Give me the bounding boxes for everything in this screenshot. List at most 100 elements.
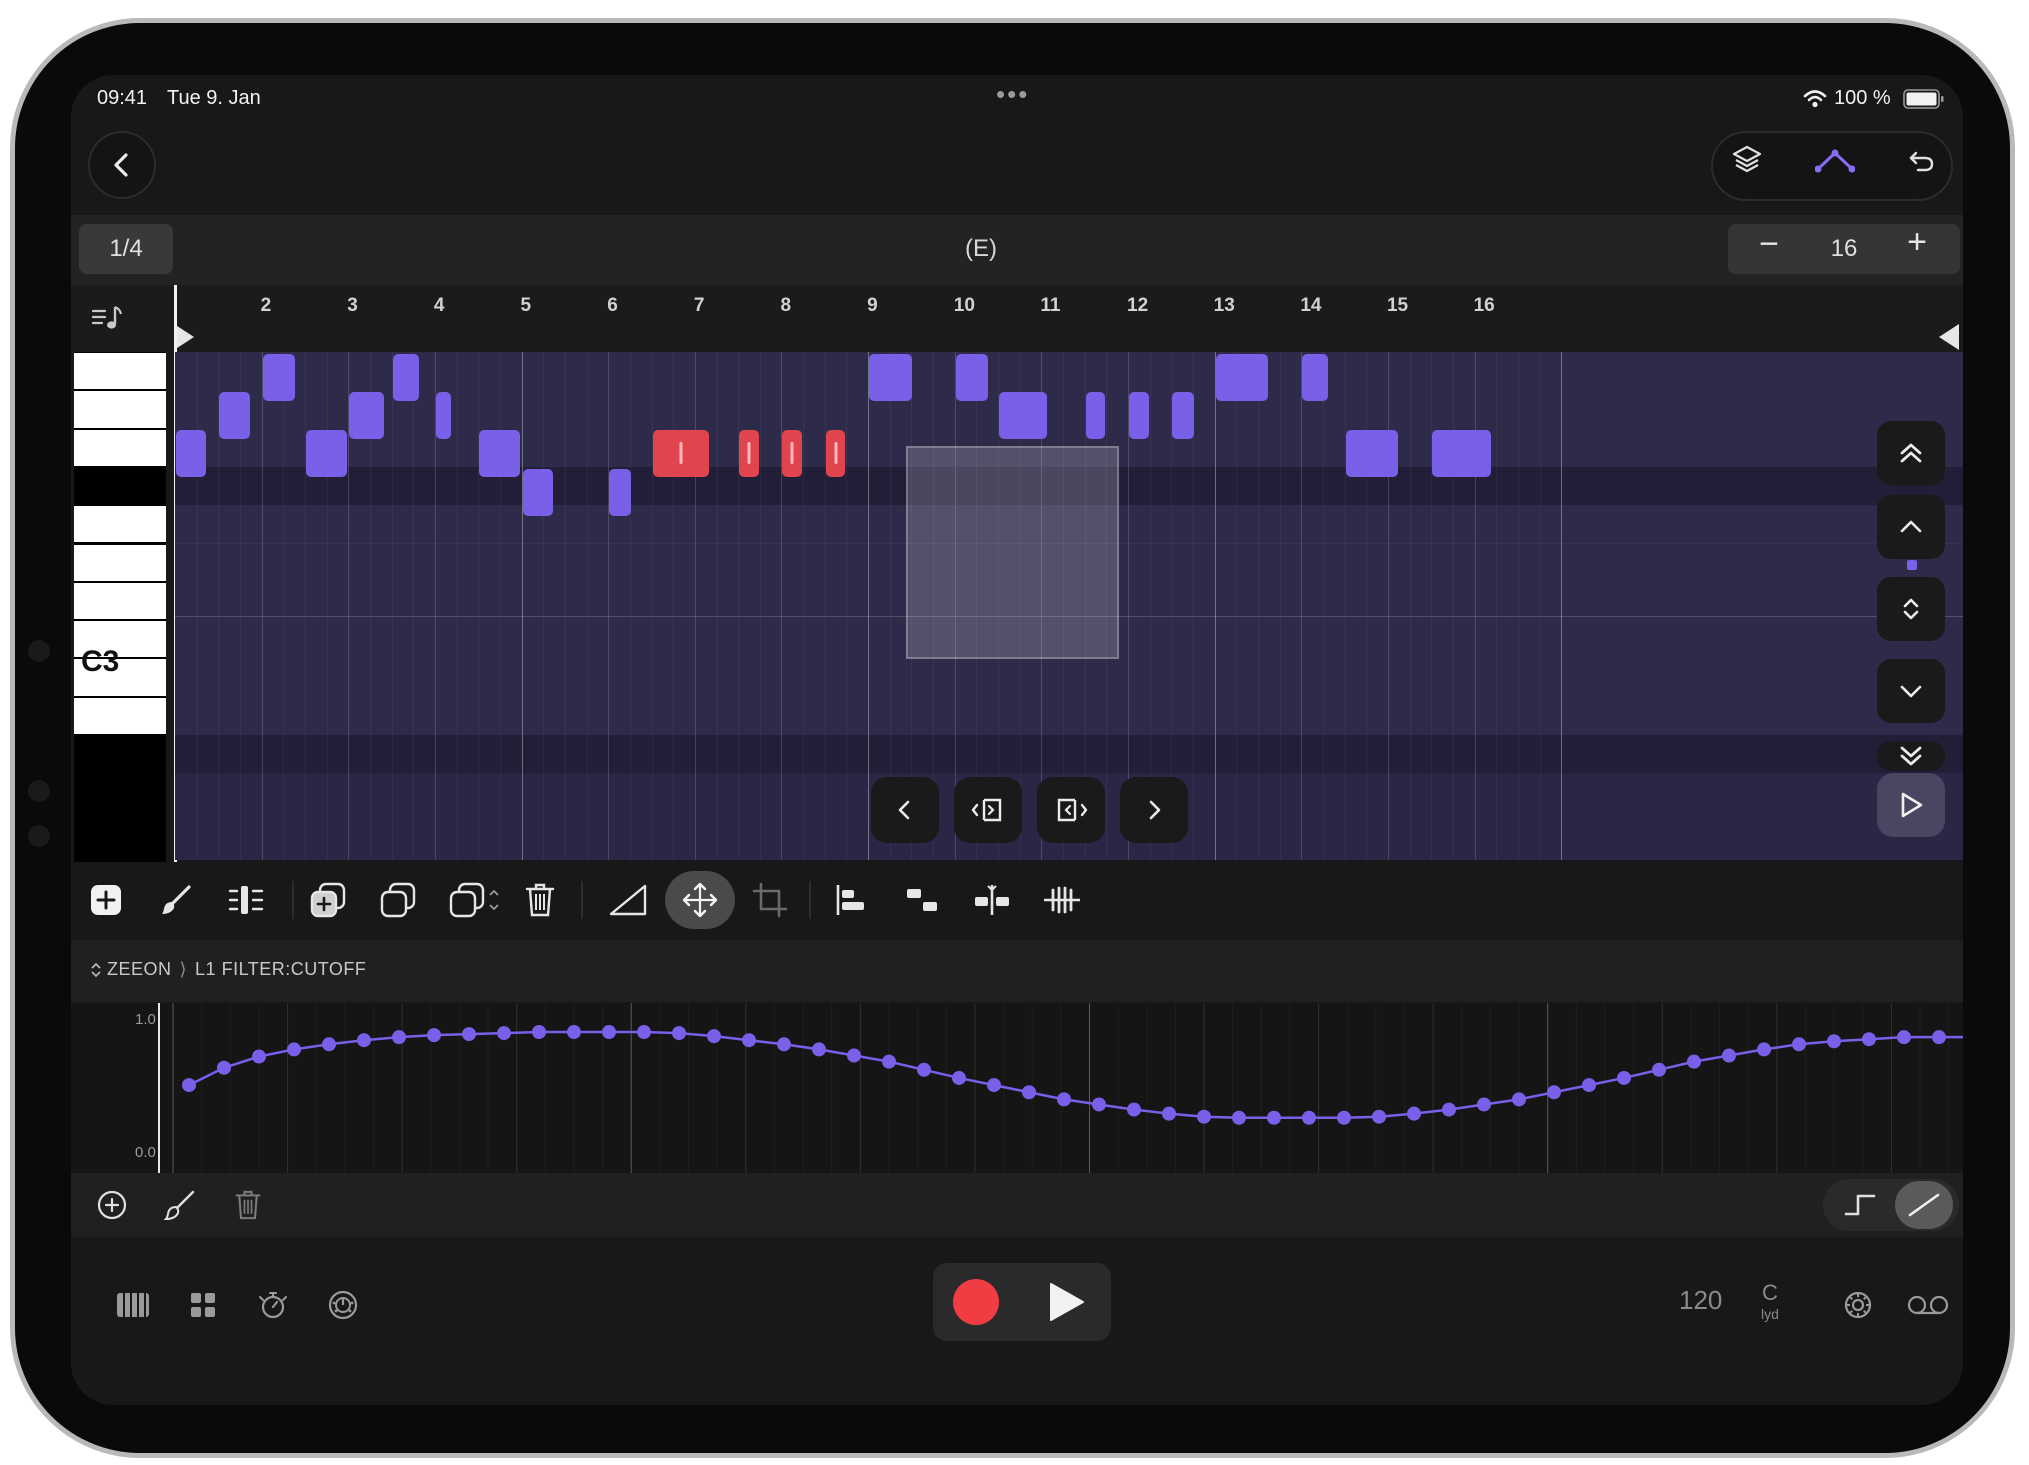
note-lane[interactable] xyxy=(175,696,1963,736)
automation-point[interactable] xyxy=(1757,1042,1771,1057)
multitasking-dots[interactable]: ••• xyxy=(996,79,1029,110)
note[interactable] xyxy=(609,468,631,516)
keyboard-view-button[interactable] xyxy=(104,1276,162,1334)
automation-point[interactable] xyxy=(357,1033,371,1048)
white-key[interactable] xyxy=(74,544,166,581)
automation-point[interactable] xyxy=(1372,1109,1386,1124)
white-key[interactable] xyxy=(74,582,166,620)
black-key[interactable] xyxy=(74,736,166,754)
automation-point[interactable] xyxy=(392,1030,406,1045)
automation-curve[interactable] xyxy=(71,1003,1963,1173)
white-key[interactable] xyxy=(74,353,166,390)
automation-point[interactable] xyxy=(462,1027,476,1042)
linear-mode-button[interactable] xyxy=(1895,1181,1953,1229)
automation-point[interactable] xyxy=(917,1062,931,1077)
back-button[interactable] xyxy=(88,131,156,199)
selected-note[interactable] xyxy=(652,430,709,478)
join-tool[interactable] xyxy=(1033,871,1091,929)
copy-tool[interactable] xyxy=(369,871,427,929)
automation-point[interactable] xyxy=(602,1025,616,1040)
automation-point[interactable] xyxy=(1827,1034,1841,1049)
note[interactable] xyxy=(435,391,452,439)
note[interactable] xyxy=(392,353,419,401)
automation-point[interactable] xyxy=(1652,1062,1666,1077)
layers-icon[interactable] xyxy=(1730,143,1764,177)
automation-point[interactable] xyxy=(1442,1102,1456,1117)
align-start-tool[interactable] xyxy=(823,871,881,929)
add-point-button[interactable] xyxy=(83,1176,141,1234)
automation-point[interactable] xyxy=(1407,1106,1421,1121)
white-key[interactable] xyxy=(74,506,166,543)
automation-point[interactable] xyxy=(987,1078,1001,1093)
automation-point[interactable] xyxy=(567,1025,581,1040)
automation-point[interactable] xyxy=(217,1060,231,1075)
automation-point[interactable] xyxy=(1722,1048,1736,1063)
automation-point[interactable] xyxy=(497,1026,511,1041)
automation-point[interactable] xyxy=(1092,1097,1106,1112)
automation-point[interactable] xyxy=(812,1042,826,1057)
white-key[interactable] xyxy=(74,429,166,466)
automation-point[interactable] xyxy=(1687,1054,1701,1069)
grid-view-button[interactable] xyxy=(174,1276,232,1334)
automation-point[interactable] xyxy=(707,1029,721,1044)
move-tool[interactable] xyxy=(665,871,735,929)
scroll-up-octave-button[interactable] xyxy=(1877,421,1945,485)
preview-play-button[interactable] xyxy=(1877,773,1945,837)
duplicate-add-tool[interactable] xyxy=(299,871,357,929)
automation-point[interactable] xyxy=(1582,1078,1596,1093)
note[interactable] xyxy=(1432,430,1491,478)
selected-note[interactable] xyxy=(782,430,802,478)
quantize-button[interactable]: 1/4 xyxy=(79,224,173,274)
automation-point[interactable] xyxy=(742,1033,756,1048)
add-note-tool[interactable] xyxy=(77,871,135,929)
automation-point[interactable] xyxy=(1197,1109,1211,1124)
note[interactable] xyxy=(1302,353,1329,401)
tape-button[interactable] xyxy=(1897,1276,1959,1334)
paste-options-tool[interactable] xyxy=(443,871,509,929)
scroll-up-button[interactable] xyxy=(1877,495,1945,559)
automation-point[interactable] xyxy=(1057,1092,1071,1107)
selection-rectangle[interactable] xyxy=(906,446,1119,659)
nudge-right-button[interactable] xyxy=(1037,777,1105,843)
nudge-left-button[interactable] xyxy=(954,777,1022,843)
note-lane[interactable] xyxy=(175,352,1963,392)
automation-point[interactable] xyxy=(1267,1110,1281,1125)
white-key[interactable] xyxy=(74,697,166,734)
automation-point[interactable] xyxy=(182,1078,196,1093)
draw-points-button[interactable] xyxy=(151,1176,209,1234)
note[interactable] xyxy=(522,468,553,516)
key-root-display[interactable]: C xyxy=(1762,1280,1778,1306)
automation-point[interactable] xyxy=(1932,1030,1946,1045)
length-decrease-button[interactable]: − xyxy=(1747,225,1791,273)
automation-point[interactable] xyxy=(1897,1030,1911,1045)
step-mode-button[interactable] xyxy=(1831,1181,1889,1229)
black-key[interactable] xyxy=(74,467,166,505)
record-button[interactable] xyxy=(953,1279,999,1325)
note[interactable] xyxy=(176,430,207,478)
key-mode-display[interactable]: lyd xyxy=(1761,1306,1779,1322)
automation-point[interactable] xyxy=(1547,1085,1561,1100)
automation-point[interactable] xyxy=(637,1025,651,1040)
note[interactable] xyxy=(1215,353,1268,401)
automation-graph[interactable]: 1.0 0.0 xyxy=(71,1003,1963,1173)
brush-tool[interactable] xyxy=(147,871,205,929)
automation-point[interactable] xyxy=(1302,1110,1316,1125)
selected-note[interactable] xyxy=(739,430,759,478)
automation-point[interactable] xyxy=(882,1054,896,1069)
split-tool[interactable] xyxy=(963,871,1021,929)
note[interactable] xyxy=(479,430,521,478)
scroll-down-octave-button[interactable] xyxy=(1877,741,1945,771)
note[interactable] xyxy=(219,391,250,439)
note[interactable] xyxy=(305,430,348,478)
automation-target-selector[interactable]: ZEEON ⟩ L1 FILTER:CUTOFF xyxy=(89,959,366,980)
note[interactable] xyxy=(869,353,913,401)
length-increase-button[interactable]: + xyxy=(1895,223,1939,271)
next-note-button[interactable] xyxy=(1120,777,1188,843)
tempo-display[interactable]: 120 xyxy=(1679,1285,1722,1316)
note[interactable] xyxy=(955,353,989,401)
note[interactable] xyxy=(349,391,384,439)
previous-note-button[interactable] xyxy=(871,777,939,843)
note[interactable] xyxy=(1172,391,1195,439)
legato-tool[interactable] xyxy=(893,871,951,929)
automation-point[interactable] xyxy=(1127,1102,1141,1117)
